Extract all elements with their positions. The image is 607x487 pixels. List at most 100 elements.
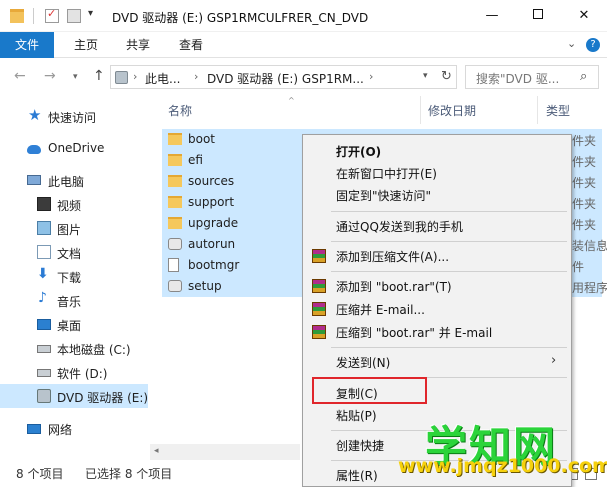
close-button[interactable]: ✕ <box>561 0 607 32</box>
column-header-name[interactable]: 名称 <box>168 102 192 119</box>
search-placeholder: 搜索"DVD 驱... <box>476 72 560 86</box>
file-type: 装信息 <box>572 239 607 253</box>
folder-icon <box>168 175 182 187</box>
sidebar-item-this-pc[interactable]: 此电脑 <box>0 168 148 192</box>
sidebar-item-label: 网络 <box>48 423 73 437</box>
sidebar-item-label: DVD 驱动器 (E:) <box>57 391 149 405</box>
file-icon <box>168 258 179 272</box>
breadcrumb-dvd-drive[interactable]: DVD 驱动器 (E:) GSP1RM... <box>207 70 364 87</box>
dvd-icon <box>37 389 51 403</box>
menu-item-compress-email[interactable]: 压缩并 E-mail... <box>303 298 571 320</box>
up-arrow-icon[interactable]: ↑ <box>93 68 105 84</box>
menu-item-add-boot-rar[interactable]: 添加到 "boot.rar"(T) <box>303 275 571 297</box>
winrar-icon <box>312 249 326 263</box>
tab-file[interactable]: 文件 <box>0 32 54 58</box>
sidebar-item-label: 下载 <box>57 271 82 285</box>
customize-toolbar-dropdown[interactable]: ▾ <box>88 8 93 19</box>
computer-icon <box>27 175 41 185</box>
address-bar[interactable]: › 此电... › DVD 驱动器 (E:) GSP1RM... › ▾ ↻ <box>110 65 457 89</box>
help-icon[interactable]: ? <box>586 38 600 52</box>
back-arrow-icon[interactable]: ← <box>14 68 26 84</box>
menu-item-send-to[interactable]: 发送到(N) › <box>303 351 571 373</box>
sidebar-item-software-d[interactable]: 软件 (D:) <box>0 360 148 384</box>
folder-icon <box>168 196 182 208</box>
sidebar-item-dvd-drive[interactable]: DVD 驱动器 (E:) <box>0 384 148 408</box>
menu-item-add-archive[interactable]: 添加到压缩文件(A)... <box>303 245 571 267</box>
tab-view[interactable]: 查看 <box>171 32 211 58</box>
search-icon[interactable]: ⌕ <box>580 69 587 84</box>
submenu-arrow-icon: › <box>551 353 557 368</box>
menu-item-pin-quick-access[interactable]: 固定到"快速访问" <box>303 184 571 206</box>
setup-app-icon <box>168 280 182 292</box>
breadcrumb-separator[interactable]: › <box>369 70 373 83</box>
desktop-icon <box>37 319 51 330</box>
breadcrumb-separator[interactable]: › <box>194 70 198 83</box>
tab-share[interactable]: 共享 <box>118 32 158 58</box>
menu-item-open[interactable]: 打开(O) <box>303 140 571 162</box>
menu-item-label: 添加到 "boot.rar"(T) <box>336 280 452 294</box>
settings-file-icon <box>168 238 182 250</box>
maximize-icon <box>533 9 543 19</box>
sidebar-item-label: 桌面 <box>57 319 82 333</box>
minimize-button[interactable]: — <box>469 0 515 32</box>
menu-item-label: 打开(O) <box>336 145 382 159</box>
recent-locations-dropdown[interactable]: ▾ <box>73 72 78 82</box>
menu-item-label: 在新窗口中打开(E) <box>336 167 437 181</box>
file-type: 件夹 <box>572 218 597 232</box>
sidebar-item-label: 快速访问 <box>48 111 97 125</box>
scroll-left-icon[interactable]: ◂ <box>154 446 159 456</box>
column-header-modified[interactable]: 修改日期 <box>428 102 476 119</box>
horizontal-scrollbar[interactable]: ◂ <box>150 444 300 460</box>
file-name: efi <box>188 153 203 167</box>
forward-arrow-icon[interactable]: → <box>44 68 56 84</box>
sidebar-item-label: 图片 <box>57 223 82 237</box>
column-divider[interactable] <box>420 96 421 124</box>
menu-separator <box>331 347 567 348</box>
network-icon <box>27 424 41 434</box>
expand-ribbon-icon[interactable]: ⌄ <box>567 37 576 50</box>
sidebar-item-label: 软件 (D:) <box>57 367 108 381</box>
address-history-dropdown[interactable]: ▾ <box>423 71 428 81</box>
search-input[interactable]: 搜索"DVD 驱... ⌕ <box>465 65 599 89</box>
maximize-button[interactable] <box>515 0 561 32</box>
sidebar-item-onedrive[interactable]: OneDrive <box>0 136 148 160</box>
sidebar-item-downloads[interactable]: ⬇ 下载 <box>0 264 148 288</box>
sidebar-item-local-disk-c[interactable]: 本地磁盘 (C:) <box>0 336 148 360</box>
menu-item-send-qq[interactable]: 通过QQ发送到我的手机 <box>303 215 571 237</box>
refresh-icon[interactable]: ↻ <box>441 69 452 84</box>
folder-icon <box>168 217 182 229</box>
menu-separator <box>331 241 567 242</box>
sidebar-item-label: 本地磁盘 (C:) <box>57 343 131 357</box>
file-type: 件夹 <box>572 155 597 169</box>
title-bar: ▾ DVD 驱动器 (E:) GSP1RMCULFRER_CN_DVD — ✕ <box>0 0 607 32</box>
breadcrumb-this-pc[interactable]: 此电... <box>145 70 180 87</box>
selection-count: 已选择 8 个项目 <box>85 467 173 481</box>
breadcrumb-separator[interactable]: › <box>133 70 137 83</box>
video-icon <box>37 197 51 211</box>
sidebar-item-network[interactable]: 网络 <box>0 416 148 440</box>
tab-home[interactable]: 主页 <box>66 32 106 58</box>
copy-highlight-box <box>312 377 427 404</box>
sidebar-item-pictures[interactable]: 图片 <box>0 216 148 240</box>
menu-item-label: 创建快捷 <box>336 439 385 453</box>
file-type: 件 <box>572 260 585 274</box>
menu-separator <box>331 211 567 212</box>
sidebar-item-documents[interactable]: 文档 <box>0 240 148 264</box>
new-folder-icon[interactable] <box>67 9 81 23</box>
menu-item-open-new-window[interactable]: 在新窗口中打开(E) <box>303 162 571 184</box>
sidebar-item-music[interactable]: ♪ 音乐 <box>0 288 148 312</box>
star-icon: ★ <box>28 106 42 124</box>
folder-icon <box>168 133 182 145</box>
winrar-icon <box>312 302 326 316</box>
column-divider[interactable] <box>537 96 538 124</box>
column-header-type[interactable]: 类型 <box>546 102 570 119</box>
sidebar-item-label: 视频 <box>57 199 82 213</box>
sidebar-item-desktop[interactable]: 桌面 <box>0 312 148 336</box>
disk-icon <box>37 345 51 353</box>
sidebar-item-quick-access[interactable]: ★ 快速访问 <box>0 104 148 128</box>
menu-item-compress-boot-email[interactable]: 压缩到 "boot.rar" 并 E-mail <box>303 321 571 343</box>
properties-icon[interactable] <box>45 7 59 23</box>
menu-item-label: 属性(R) <box>336 469 378 483</box>
menu-separator <box>331 271 567 272</box>
sidebar-item-videos[interactable]: 视频 <box>0 192 148 216</box>
